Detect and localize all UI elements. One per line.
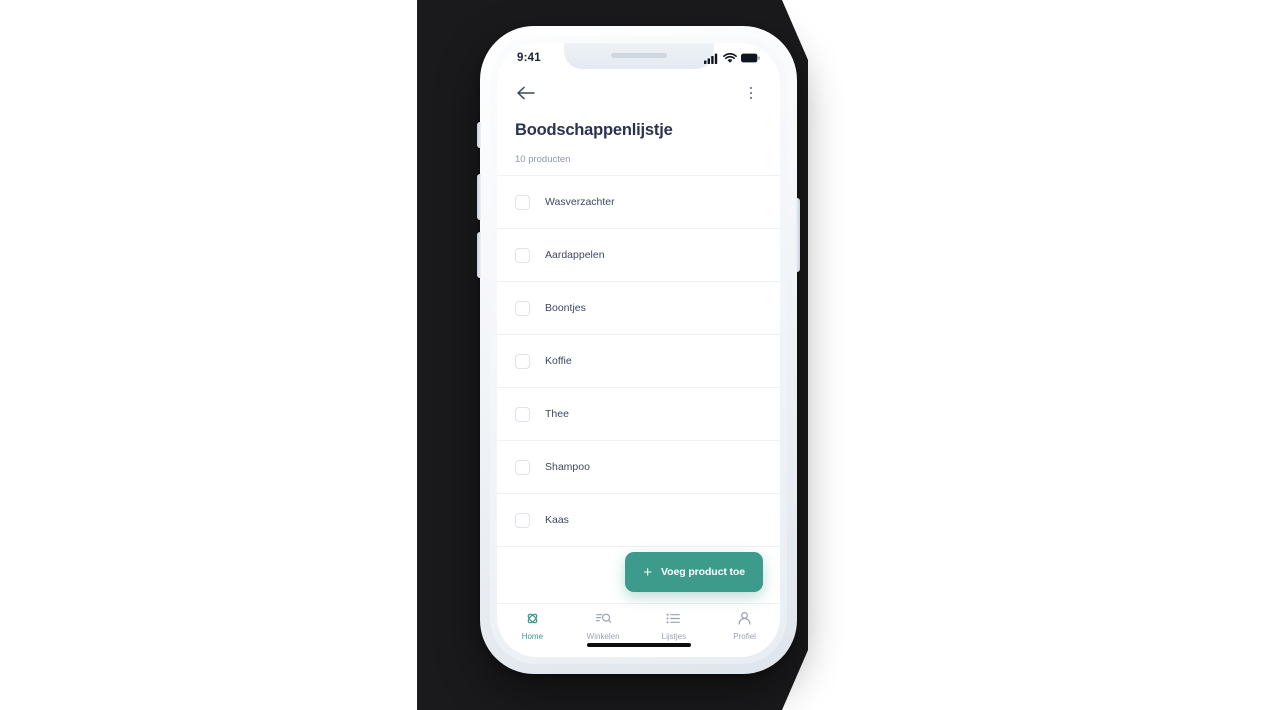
back-button[interactable] (515, 82, 537, 104)
person-icon (738, 612, 751, 625)
tab-home-label: Home (521, 632, 544, 641)
tab-lijstjes-label: Lijstjes (661, 632, 687, 641)
item-checkbox[interactable] (515, 512, 530, 528)
silent-switch-button[interactable] (477, 122, 481, 148)
cellular-signal-icon (704, 53, 718, 64)
search-filter-icon (595, 613, 611, 623)
list-item[interactable]: Wasverzachter (497, 176, 780, 229)
list-item-label: Boontjes (545, 302, 586, 314)
item-count-label: 10 producten (515, 154, 571, 165)
add-product-button[interactable]: + Voeg product toe (625, 552, 763, 592)
fab-container: + Voeg product toe (497, 549, 780, 603)
item-checkbox[interactable] (515, 247, 530, 263)
tab-profiel[interactable]: Profiel (709, 610, 780, 641)
list-item[interactable]: Shampoo (497, 441, 780, 494)
phone-mockup: 9:41 Boodschappenlijstje 10 producten Wa… (477, 26, 800, 674)
wifi-icon (723, 52, 737, 63)
overflow-menu-button[interactable] (740, 82, 762, 104)
item-checkbox[interactable] (515, 300, 530, 316)
phone-screen: 9:41 Boodschappenlijstje 10 producten Wa… (497, 43, 780, 657)
kebab-dot (749, 91, 753, 95)
status-bar-icons (704, 52, 760, 64)
volume-up-button[interactable] (477, 174, 481, 220)
tab-home[interactable]: Home (497, 610, 568, 641)
list-item-label: Shampoo (545, 461, 590, 473)
kebab-dot (749, 86, 753, 90)
list-item[interactable]: Koffie (497, 335, 780, 388)
item-checkbox[interactable] (515, 406, 530, 422)
shopping-list: Wasverzachter Aardappelen Boontjes Koffi… (497, 175, 780, 549)
list-item[interactable]: Thee (497, 388, 780, 441)
screenshot-canvas: 9:41 Boodschappenlijstje 10 producten Wa… (0, 0, 1280, 710)
status-bar: 9:41 (497, 43, 780, 73)
home-indicator[interactable] (586, 643, 691, 647)
bottom-navigation: Home Winkelen Lijstjes Profiel (497, 603, 780, 657)
tab-profiel-label: Profiel (733, 632, 756, 641)
list-item-label: Aardappelen (545, 249, 605, 261)
list-item[interactable]: Kaas (497, 494, 780, 547)
list-item-label: Koffie (545, 355, 572, 367)
add-product-label: Voeg product toe (661, 566, 745, 578)
atom-home-icon (527, 613, 538, 624)
item-checkbox[interactable] (515, 353, 530, 369)
arrow-left-icon (517, 86, 535, 100)
page-title: Boodschappenlijstje (515, 121, 673, 139)
kebab-dot (749, 96, 753, 100)
corner-cutout-bottom-right (782, 650, 808, 710)
status-bar-clock: 9:41 (517, 52, 541, 64)
plus-icon: + (643, 563, 653, 581)
list-item-label: Kaas (545, 514, 569, 526)
list-item[interactable]: Boontjes (497, 282, 780, 335)
power-button[interactable] (796, 198, 800, 272)
item-checkbox[interactable] (515, 194, 530, 210)
dark-backdrop-panel: 9:41 Boodschappenlijstje 10 producten Wa… (417, 0, 808, 710)
tab-winkelen-label: Winkelen (586, 632, 620, 641)
bullet-list-icon (666, 613, 681, 624)
list-item-label: Thee (545, 408, 569, 420)
list-item-label: Wasverzachter (545, 196, 615, 208)
page-header: Boodschappenlijstje 10 producten (497, 113, 780, 175)
tab-winkelen[interactable]: Winkelen (568, 610, 639, 641)
list-item[interactable]: Aardappelen (497, 229, 780, 282)
phone-bezel: 9:41 Boodschappenlijstje 10 producten Wa… (490, 36, 787, 664)
tab-lijstjes[interactable]: Lijstjes (639, 610, 710, 641)
volume-down-button[interactable] (477, 232, 481, 278)
item-checkbox[interactable] (515, 459, 530, 475)
battery-icon (741, 53, 760, 63)
app-bar (497, 73, 780, 113)
